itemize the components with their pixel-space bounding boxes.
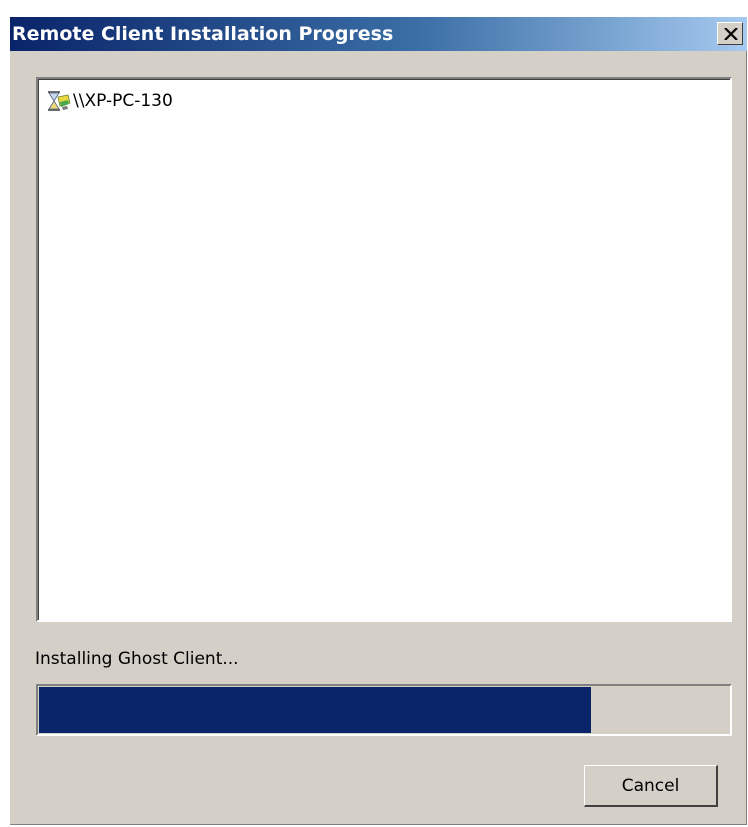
- hourglass-computer-icon: [46, 89, 72, 113]
- title-bar[interactable]: Remote Client Installation Progress: [10, 17, 747, 51]
- window-title: Remote Client Installation Progress: [12, 23, 394, 45]
- list-item[interactable]: \\XP-PC-130: [46, 89, 173, 113]
- close-x-icon: [724, 28, 738, 40]
- client-list[interactable]: \\XP-PC-130: [36, 77, 732, 622]
- progress-fill: [39, 687, 591, 733]
- close-button[interactable]: [717, 22, 743, 45]
- cancel-button[interactable]: Cancel: [584, 765, 718, 807]
- list-item-label: \\XP-PC-130: [73, 91, 173, 111]
- installation-progress-dialog: Remote Client Installation Progress \\XP…: [10, 17, 747, 825]
- status-text: Installing Ghost Client...: [35, 649, 239, 669]
- progress-bar: [36, 684, 732, 736]
